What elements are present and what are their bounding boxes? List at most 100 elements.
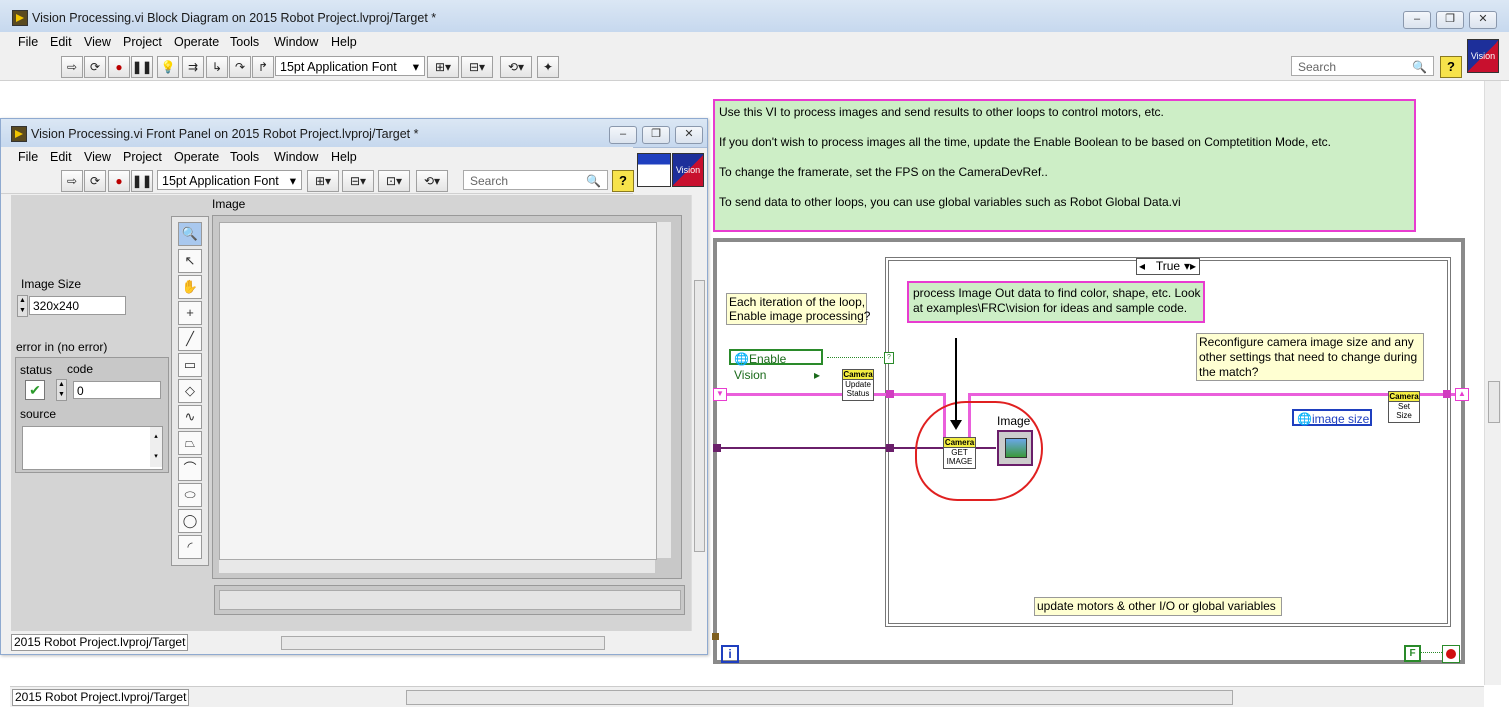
case-selector[interactable]: ◂ True ▾▸ (1136, 258, 1200, 275)
tunnel-refnum-case-out (1443, 390, 1451, 398)
diamond-tool-icon[interactable]: ◇ (178, 379, 202, 403)
resize-objects-icon[interactable]: ⊡▾ (378, 170, 410, 192)
image-vertical-scrollbar[interactable] (657, 222, 671, 558)
menu-window[interactable]: Window (274, 35, 318, 49)
abort-icon[interactable]: ● (108, 56, 130, 78)
help-icon[interactable]: ? (612, 170, 634, 192)
arrow-annotation (955, 338, 957, 422)
fp-vertical-scrollbar[interactable] (691, 195, 706, 631)
rectangle-tool-icon[interactable]: ▭ (178, 353, 202, 377)
status-label: status (20, 363, 53, 377)
menu-edit[interactable]: Edit (50, 35, 72, 49)
menu-tools[interactable]: Tools (230, 150, 259, 164)
blob-tool-icon[interactable]: ⬭ (178, 483, 202, 507)
globe-icon: 🌐 (1297, 412, 1312, 426)
fp-horizontal-scrollbar[interactable] (281, 636, 605, 650)
align-objects-icon[interactable]: ⊞▾ (427, 56, 459, 78)
false-constant[interactable]: F (1404, 645, 1421, 662)
image-size-ring[interactable]: 320x240 (29, 296, 126, 315)
run-arrow-icon[interactable]: ⇨ (61, 56, 83, 78)
block-diagram-titlebar[interactable]: Vision Processing.vi Block Diagram on 20… (0, 0, 1509, 33)
help-icon[interactable]: ? (1440, 56, 1462, 78)
front-panel-window[interactable]: Vision Processing.vi Front Panel on 2015… (0, 118, 708, 655)
polygon-tool-icon[interactable]: ⏢ (178, 431, 202, 455)
font-select[interactable]: 15pt Application Font ▾ (275, 56, 425, 76)
minimize-button[interactable]: – (1403, 11, 1431, 29)
camera-set-size-node[interactable]: Camera Set Size (1388, 391, 1420, 423)
arc-tool-icon[interactable]: ◜ (178, 535, 202, 559)
cleanup-diagram-icon[interactable]: ✦ (537, 56, 559, 78)
fp-close-button[interactable]: ✕ (675, 126, 703, 144)
comment-line-2: If you don't wish to process images all … (719, 135, 1331, 149)
maximize-button[interactable]: ❐ (1436, 11, 1464, 29)
run-arrow-icon[interactable]: ⇨ (61, 170, 83, 192)
retain-wire-values-icon[interactable]: ⇉ (182, 56, 204, 78)
shift-register-left[interactable]: ▼ (713, 388, 727, 401)
front-panel-titlebar[interactable]: Vision Processing.vi Front Panel on 2015… (1, 119, 707, 148)
search-input[interactable]: Search 🔍 (1291, 56, 1434, 76)
source-textbox[interactable]: ▴ ▾ (22, 426, 163, 470)
align-objects-icon[interactable]: ⊞▾ (307, 170, 339, 192)
operate-tool-icon[interactable]: ↖ (178, 249, 202, 273)
run-continuously-icon[interactable]: ⟳ (84, 170, 106, 192)
fp-minimize-button[interactable]: – (609, 126, 637, 144)
distribute-objects-icon[interactable]: ⊟▾ (461, 56, 493, 78)
oval-tool-icon[interactable]: ◯ (178, 509, 202, 533)
menu-help[interactable]: Help (331, 35, 357, 49)
menu-operate[interactable]: Operate (174, 35, 219, 49)
menu-file[interactable]: File (18, 150, 38, 164)
menu-view[interactable]: View (84, 150, 111, 164)
camera-refnum-wire-4 (1418, 393, 1458, 396)
line-tool-icon[interactable]: ╱ (178, 327, 202, 351)
close-button[interactable]: ✕ (1469, 11, 1497, 29)
run-continuously-icon[interactable]: ⟳ (84, 56, 106, 78)
step-into-icon[interactable]: ↳ (206, 56, 228, 78)
source-scrollbar[interactable]: ▴ ▾ (150, 427, 162, 467)
step-over-icon[interactable]: ↷ (229, 56, 251, 78)
block-diagram-vertical-scrollbar[interactable] (1484, 81, 1501, 685)
camera-update-status-node[interactable]: Camera Update Status (842, 369, 874, 401)
search-input[interactable]: Search 🔍 (463, 170, 608, 190)
auto-tool-icon[interactable]: 🔍 (178, 222, 202, 246)
fp-maximize-button[interactable]: ❐ (642, 126, 670, 144)
menu-help[interactable]: Help (331, 150, 357, 164)
menu-project[interactable]: Project (123, 35, 162, 49)
reorder-icon[interactable]: ⟲▾ (500, 56, 532, 78)
step-out-icon[interactable]: ↱ (252, 56, 274, 78)
menu-view[interactable]: View (84, 35, 111, 49)
comment-line-4: To send data to other loops, you can use… (719, 195, 1181, 209)
curve-tool-icon[interactable]: ⌒ (178, 457, 202, 481)
loop-wire-f (1420, 652, 1442, 654)
code-input[interactable]: 0 (73, 381, 161, 399)
menu-window[interactable]: Window (274, 150, 318, 164)
menu-file[interactable]: File (18, 35, 38, 49)
scroll-hand-icon[interactable]: ✋ (178, 275, 202, 299)
menu-edit[interactable]: Edit (50, 150, 72, 164)
enable-vision-global[interactable]: 🌐Enable Vision ▸ (729, 349, 823, 382)
crosshair-icon[interactable]: + (178, 301, 202, 325)
connector-pane-icon (637, 153, 671, 187)
image-horizontal-scrollbar[interactable] (219, 560, 655, 573)
image-size-increment[interactable]: ▲ ▼ (17, 295, 28, 317)
image-size-global[interactable]: 🌐image size (1292, 409, 1372, 426)
pause-icon[interactable]: ❚❚ (131, 170, 153, 192)
image-display-area[interactable] (219, 222, 657, 560)
image-display[interactable] (212, 215, 682, 579)
tunnel-image-left (713, 444, 721, 452)
font-select[interactable]: 15pt Application Font ▾ (157, 170, 302, 190)
freehand-tool-icon[interactable]: ∿ (178, 405, 202, 429)
distribute-objects-icon[interactable]: ⊟▾ (342, 170, 374, 192)
horizontal-scrollbar[interactable] (406, 690, 1233, 705)
menu-tools[interactable]: Tools (230, 35, 259, 49)
globe-icon: 🌐 (734, 352, 749, 366)
pause-icon[interactable]: ❚❚ (131, 56, 153, 78)
abort-icon[interactable]: ● (108, 170, 130, 192)
reorder-icon[interactable]: ⟲▾ (416, 170, 448, 192)
highlight-execution-icon[interactable]: 💡 (157, 56, 179, 78)
front-panel-menubar: File Edit View Project Operate Tools Win… (1, 147, 633, 167)
error-cluster-label: error in (no error) (16, 340, 108, 354)
menu-operate[interactable]: Operate (174, 150, 219, 164)
menu-project[interactable]: Project (123, 150, 162, 164)
shift-register-right[interactable]: ▲ (1455, 388, 1469, 401)
code-increment[interactable]: ▲ ▼ (56, 379, 67, 401)
